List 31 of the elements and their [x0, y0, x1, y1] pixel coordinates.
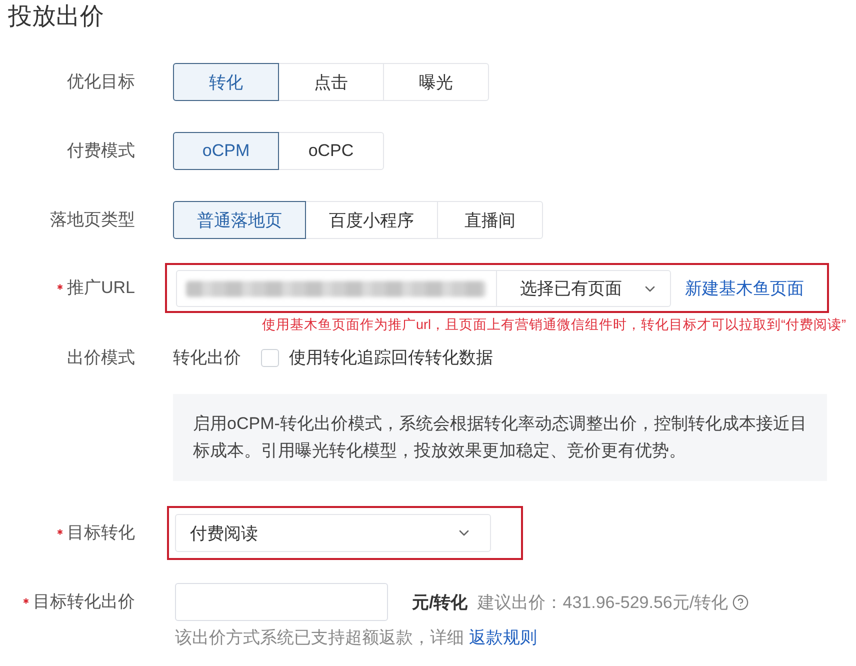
- suggested-bid: 建议出价：431.96-529.56元/转化: [478, 592, 728, 614]
- field-label: 目标转化出价: [33, 591, 135, 613]
- hint-text: 该出价方式系统已支持超额返款，详细 返款规则: [175, 628, 537, 648]
- unit-text: 元/转化: [412, 592, 468, 614]
- refund-rules-link[interactable]: 返款规则: [469, 628, 537, 647]
- info-box: 启用oCPM-转化出价模式，系统会根据转化率动态调整出价，控制转化成本接近目标成本。引用曝光转化模型，投放效果更加稳定、竞价更有优势。: [173, 394, 827, 481]
- segment-option[interactable]: 直播间: [437, 201, 543, 239]
- field-label: 付费模式: [67, 140, 135, 162]
- field-label: 优化目标: [67, 71, 135, 93]
- field-label: 落地页类型: [50, 209, 135, 231]
- segment-option[interactable]: 百度小程序: [305, 201, 438, 239]
- bid-mode-value: 转化出价: [173, 347, 241, 369]
- segment-option[interactable]: oCPM: [173, 132, 279, 170]
- segment-option[interactable]: 点击: [278, 63, 384, 101]
- create-page-link[interactable]: 新建基木鱼页面: [685, 277, 804, 300]
- segment-option[interactable]: 转化: [173, 63, 279, 101]
- segment-option[interactable]: oCPC: [278, 132, 384, 170]
- field-label: 目标转化: [67, 522, 135, 544]
- help-icon[interactable]: [732, 594, 750, 610]
- bid-input-field[interactable]: [175, 583, 388, 621]
- field-label: 推广URL: [66, 277, 135, 299]
- url-input-field[interactable]: [176, 270, 497, 307]
- checkbox-label: 使用转化追踪回传转化数据: [289, 347, 493, 369]
- section-title: 投放出价: [8, 2, 104, 32]
- page-select[interactable]: 选择已有页面: [497, 270, 671, 307]
- segment-option[interactable]: 曝光: [383, 63, 489, 101]
- segment-option[interactable]: 普通落地页: [173, 201, 306, 239]
- warning-note: 使用基木鱼页面作为推广url，且页面上有营销通微信组件时，转化目标才可以拉取到“付费阅读”: [262, 317, 846, 333]
- conversion-select[interactable]: 付费阅读: [175, 514, 491, 552]
- field-label: 出价模式: [67, 347, 135, 369]
- checkbox[interactable]: [261, 349, 279, 367]
